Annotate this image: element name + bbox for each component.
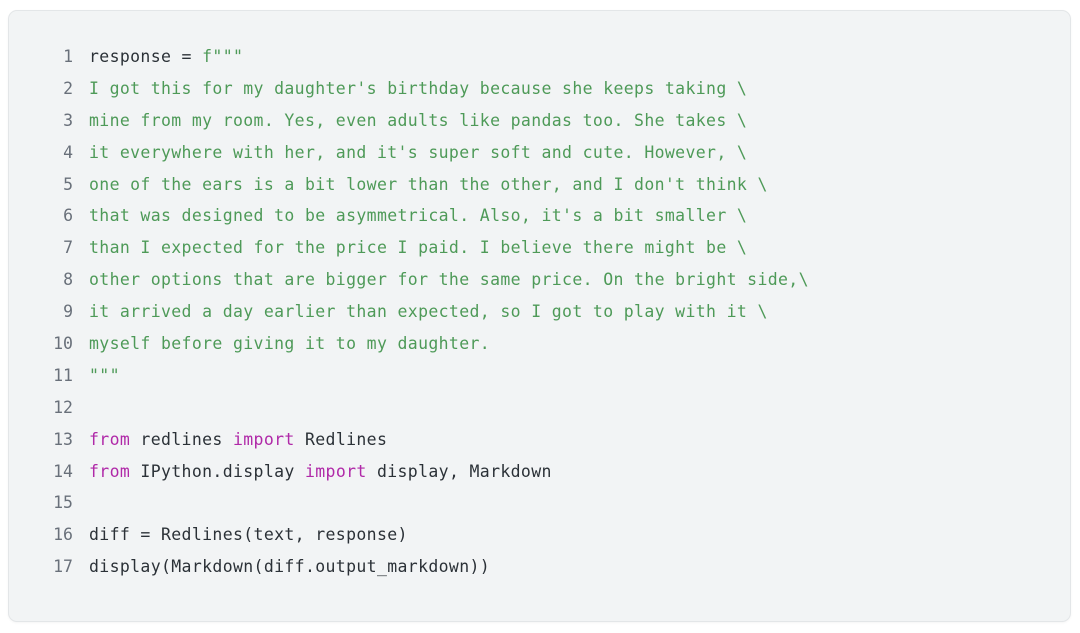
code-line-text[interactable]: other options that are bigger for the sa… bbox=[73, 264, 809, 296]
line-number: 3 bbox=[63, 110, 73, 130]
token-keyword: import bbox=[232, 429, 295, 449]
token-string: mine from my room. Yes, even adults like… bbox=[89, 110, 748, 130]
code-line[interactable]: 9 it arrived a day earlier than expected,… bbox=[9, 296, 1070, 328]
token-string: it everywhere with her, and it's super s… bbox=[89, 142, 748, 162]
code-lines-container[interactable]: 1 response = f""" 2 I got this for my daugh… bbox=[9, 41, 1070, 583]
token-string: """ bbox=[89, 365, 120, 385]
line-number: 16 bbox=[53, 525, 73, 545]
code-line-text[interactable]: from redlines import Redlines bbox=[73, 424, 387, 456]
code-line[interactable]: 12 bbox=[9, 392, 1070, 424]
line-number: 8 bbox=[63, 270, 73, 290]
line-number: 5 bbox=[63, 174, 73, 194]
line-number: 17 bbox=[53, 557, 73, 577]
code-line[interactable]: 13 from redlines import Redlines bbox=[9, 424, 1070, 456]
token-plain: display(Markdown(diff.output_markdown)) bbox=[89, 557, 491, 577]
code-line[interactable]: 17 display(Markdown(diff.output_markdown)… bbox=[9, 551, 1070, 583]
token-plain: response = bbox=[89, 47, 203, 66]
line-number: 11 bbox=[53, 365, 73, 385]
code-line-text[interactable]: it everywhere with her, and it's super s… bbox=[73, 137, 747, 169]
token-keyword: from bbox=[89, 461, 131, 481]
code-line[interactable]: 16 diff = Redlines(text, response) bbox=[9, 519, 1070, 551]
token-plain: Redlines bbox=[294, 429, 388, 449]
code-line[interactable]: 8 other options that are bigger for the s… bbox=[9, 264, 1070, 296]
token-plain: redlines bbox=[130, 429, 233, 449]
code-line-text[interactable]: one of the ears is a bit lower than the … bbox=[73, 169, 768, 201]
code-line-text[interactable]: diff = Redlines(text, response) bbox=[73, 519, 408, 551]
token-string: f""" bbox=[202, 47, 244, 66]
code-line[interactable]: 2 I got this for my daughter's birthday b… bbox=[9, 73, 1070, 105]
code-line[interactable]: 11 """ bbox=[9, 360, 1070, 392]
token-keyword: import bbox=[304, 461, 367, 481]
code-line-text[interactable]: I got this for my daughter's birthday be… bbox=[73, 73, 747, 105]
line-number: 2 bbox=[63, 78, 73, 98]
line-number: 6 bbox=[63, 206, 73, 226]
token-string: it arrived a day earlier than expected, … bbox=[89, 302, 768, 322]
code-line[interactable]: 15 bbox=[9, 487, 1070, 519]
code-line[interactable]: 4 it everywhere with her, and it's super … bbox=[9, 137, 1070, 169]
code-line-text[interactable]: from IPython.display import display, Mar… bbox=[73, 456, 552, 488]
code-line-text[interactable] bbox=[73, 392, 99, 424]
code-line-text[interactable]: than I expected for the price I paid. I … bbox=[73, 232, 747, 264]
code-line[interactable]: 3 mine from my room. Yes, even adults lik… bbox=[9, 105, 1070, 137]
line-number: 9 bbox=[63, 302, 73, 322]
code-line-text[interactable]: myself before giving it to my daughter. bbox=[73, 328, 490, 360]
token-string: one of the ears is a bit lower than the … bbox=[89, 174, 768, 194]
code-block-panel[interactable]: 1 response = f""" 2 I got this for my daugh… bbox=[8, 10, 1071, 622]
code-line-text[interactable]: """ bbox=[73, 360, 120, 392]
line-number: 10 bbox=[53, 334, 73, 354]
token-keyword: from bbox=[89, 429, 131, 449]
code-line[interactable]: 5 one of the ears is a bit lower than the… bbox=[9, 169, 1070, 201]
code-line-text[interactable]: response = f""" bbox=[73, 41, 243, 73]
line-number: 7 bbox=[63, 238, 73, 258]
token-string: other options that are bigger for the sa… bbox=[89, 270, 809, 290]
line-number: 4 bbox=[63, 142, 73, 162]
line-number: 14 bbox=[53, 461, 73, 481]
code-line[interactable]: 1 response = f""" bbox=[9, 41, 1070, 73]
code-line[interactable]: 6 that was designed to be asymmetrical. A… bbox=[9, 200, 1070, 232]
token-plain: display, Markdown bbox=[366, 461, 552, 481]
line-number: 1 bbox=[63, 47, 73, 66]
line-number: 15 bbox=[53, 493, 73, 513]
token-string: I got this for my daughter's birthday be… bbox=[89, 78, 748, 98]
token-string: myself before giving it to my daughter. bbox=[89, 334, 491, 354]
code-line-text[interactable]: display(Markdown(diff.output_markdown)) bbox=[73, 551, 490, 583]
code-line[interactable]: 7 than I expected for the price I paid. I… bbox=[9, 232, 1070, 264]
code-line-text[interactable]: mine from my room. Yes, even adults like… bbox=[73, 105, 747, 137]
code-line[interactable]: 14 from IPython.display import display, M… bbox=[9, 456, 1070, 488]
token-plain: IPython.display bbox=[130, 461, 305, 481]
code-line-text[interactable] bbox=[73, 487, 99, 519]
token-plain: diff = Redlines(text, response) bbox=[89, 525, 408, 545]
screenshot-root: 1 response = f""" 2 I got this for my daugh… bbox=[0, 0, 1080, 633]
code-line-text[interactable]: that was designed to be asymmetrical. Al… bbox=[73, 200, 747, 232]
token-string: than I expected for the price I paid. I … bbox=[89, 238, 748, 258]
code-line[interactable]: 10 myself before giving it to my daughter… bbox=[9, 328, 1070, 360]
code-line-text[interactable]: it arrived a day earlier than expected, … bbox=[73, 296, 768, 328]
line-number: 13 bbox=[53, 429, 73, 449]
token-string: that was designed to be asymmetrical. Al… bbox=[89, 206, 748, 226]
line-number: 12 bbox=[53, 397, 73, 417]
